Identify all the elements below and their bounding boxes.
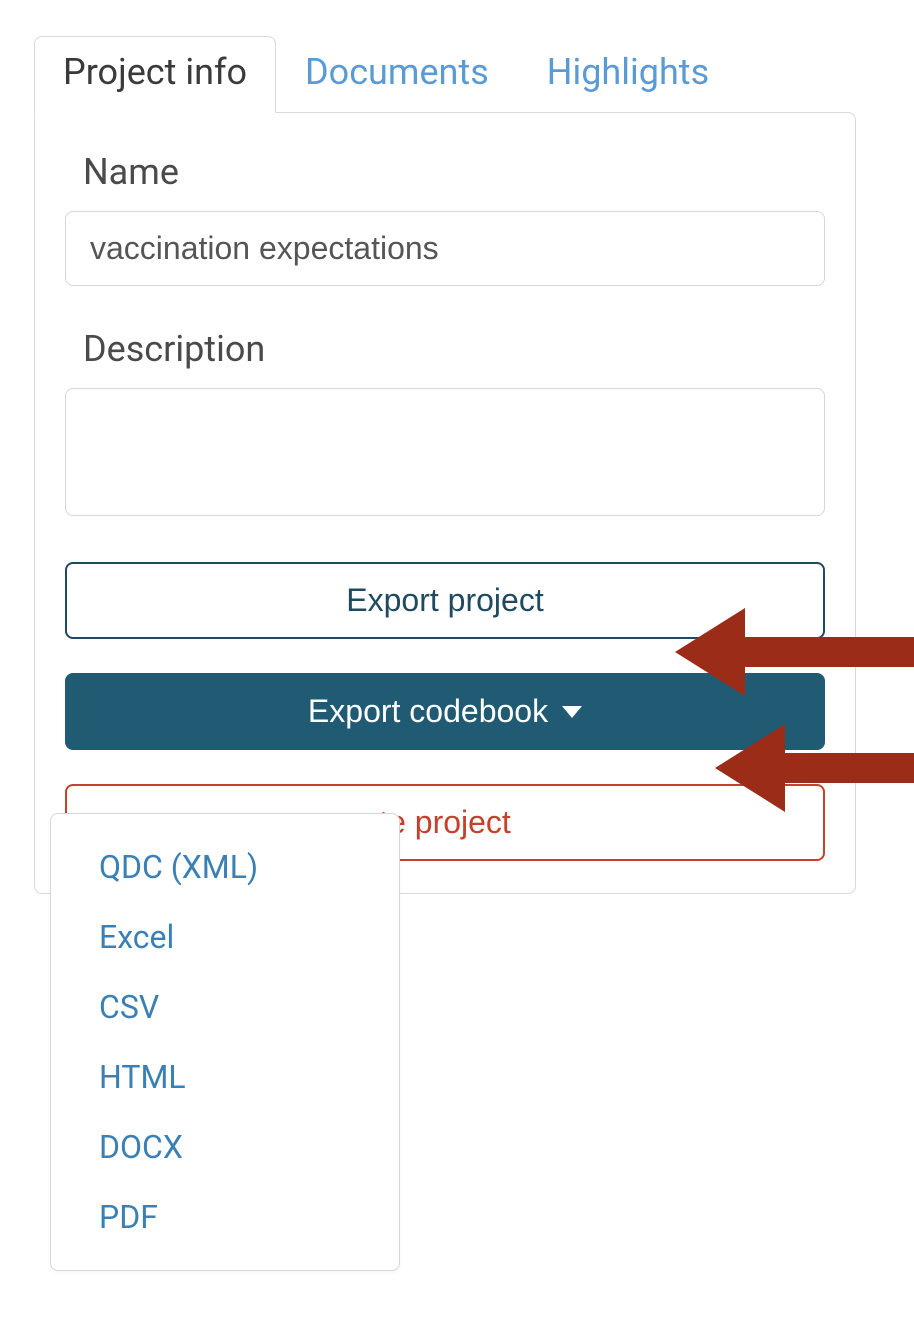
- description-label: Description: [83, 328, 825, 370]
- dropdown-item-html[interactable]: HTML: [51, 1042, 399, 1112]
- name-field-group: Name: [65, 151, 825, 286]
- dropdown-item-qdc-xml[interactable]: QDC (XML): [51, 832, 399, 902]
- tab-documents[interactable]: Documents: [276, 36, 518, 112]
- export-project-label: Export project: [346, 582, 543, 619]
- export-codebook-label: Export codebook: [308, 693, 548, 730]
- tab-documents-label: Documents: [305, 51, 489, 93]
- description-field-group: Description: [65, 328, 825, 520]
- name-label: Name: [83, 151, 825, 193]
- export-codebook-dropdown: QDC (XML) Excel CSV HTML DOCX PDF: [50, 813, 400, 1271]
- tab-bar: Project info Documents Highlights: [34, 36, 856, 112]
- name-input[interactable]: [65, 211, 825, 286]
- annotation-arrow-export-codebook: [715, 724, 914, 814]
- description-textarea[interactable]: [65, 388, 825, 516]
- dropdown-item-csv[interactable]: CSV: [51, 972, 399, 1042]
- dropdown-item-excel[interactable]: Excel: [51, 902, 399, 972]
- caret-down-icon: [562, 706, 582, 718]
- annotation-arrow-export-project: [675, 608, 914, 698]
- tab-project-info[interactable]: Project info: [34, 36, 276, 113]
- dropdown-item-docx[interactable]: DOCX: [51, 1112, 399, 1182]
- tab-project-info-label: Project info: [63, 51, 247, 93]
- tab-highlights[interactable]: Highlights: [518, 36, 738, 112]
- dropdown-item-pdf[interactable]: PDF: [51, 1182, 399, 1252]
- tab-highlights-label: Highlights: [547, 51, 709, 93]
